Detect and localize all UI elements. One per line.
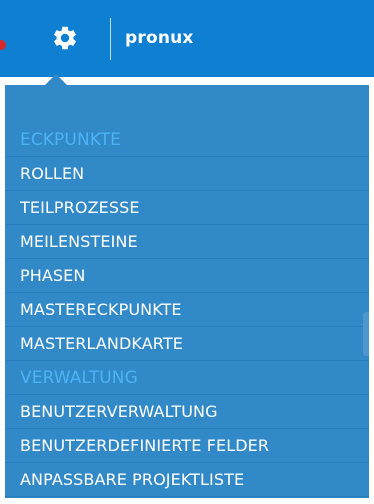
menu-item-rollen[interactable]: ROLLEN bbox=[5, 157, 369, 191]
menu-item-benutzerverwaltung[interactable]: BENUTZERVERWALTUNG bbox=[5, 395, 369, 429]
menu-item-meilensteine[interactable]: MEILENSTEINE bbox=[5, 225, 369, 259]
section-header-verwaltung: VERWALTUNG bbox=[5, 361, 369, 395]
settings-menu-screen: pronux ECKPUNKTE ROLLEN TEILPROZESSE MEI… bbox=[0, 0, 374, 504]
notification-dot bbox=[0, 40, 6, 50]
menu-pointer-caret bbox=[45, 74, 67, 85]
section-header-eckpunkte: ECKPUNKTE bbox=[5, 123, 369, 157]
menu-item-mastereckpunkte[interactable]: MASTERECKPUNKTE bbox=[5, 293, 369, 327]
settings-dropdown-menu: ECKPUNKTE ROLLEN TEILPROZESSE MEILENSTEI… bbox=[5, 85, 369, 498]
menu-item-benutzerdefinierte-felder[interactable]: BENUTZERDEFINIERTE FELDER bbox=[5, 429, 369, 463]
menu-item-teilprozesse[interactable]: TEILPROZESSE bbox=[5, 191, 369, 225]
menu-item-masterlandkarte[interactable]: MASTERLANDKARTE bbox=[5, 327, 369, 361]
menu-item-anpassbare-projektliste[interactable]: ANPASSBARE PROJEKTLISTE bbox=[5, 463, 369, 497]
gear-icon[interactable] bbox=[51, 24, 79, 52]
scroll-handle[interactable] bbox=[363, 312, 369, 356]
menu-item-phasen[interactable]: PHASEN bbox=[5, 259, 369, 293]
menu-list: ECKPUNKTE ROLLEN TEILPROZESSE MEILENSTEI… bbox=[5, 123, 369, 497]
top-header-bar: pronux bbox=[0, 0, 374, 77]
app-name-link[interactable]: pronux bbox=[125, 28, 194, 48]
header-divider bbox=[110, 18, 111, 60]
